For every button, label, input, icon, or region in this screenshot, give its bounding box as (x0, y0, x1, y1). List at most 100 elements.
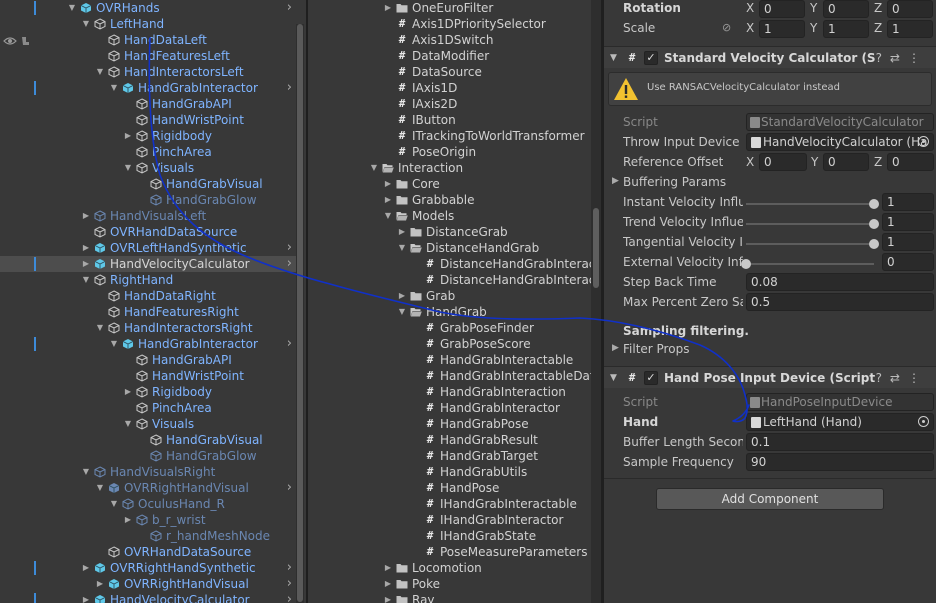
rotation-y-field[interactable]: 0 (823, 0, 869, 18)
scale-y-axis[interactable]: Y (810, 21, 817, 35)
hierarchy-row[interactable]: HandDataLeft (0, 32, 296, 48)
project-folder-row[interactable]: ▼ HandGrab (399, 304, 588, 320)
foldout-arrow-icon[interactable]: ▶ (382, 560, 394, 576)
project-folder-row[interactable]: ▶ Grabbable (385, 192, 588, 208)
max-percent-zero-field[interactable]: 0.5 (746, 293, 934, 311)
hierarchy-row[interactable]: ▼ HandVisualsRight (0, 464, 296, 480)
hierarchy-row[interactable]: ▼ OculusHand_R (0, 496, 296, 512)
project-script-row[interactable]: # DistanceHandGrabInteract (424, 256, 600, 272)
hierarchy-row[interactable]: ▼ HandInteractorsRight (0, 320, 296, 336)
open-prefab-arrow-icon[interactable]: › (287, 240, 292, 256)
open-prefab-arrow-icon[interactable]: › (287, 256, 292, 272)
foldout-arrow-icon[interactable]: ▼ (122, 416, 134, 432)
hierarchy-row[interactable]: ▼ OVRHands › (0, 0, 296, 16)
foldout-arrow-icon[interactable]: ▶ (80, 240, 92, 256)
project-script-row[interactable]: # GrabPoseFinder (424, 320, 588, 336)
project-script-row[interactable]: # HandGrabTarget (424, 448, 588, 464)
foldout-arrow-icon[interactable]: ▼ (80, 16, 92, 32)
tangential-velocity-slider[interactable] (746, 239, 879, 249)
foldout-arrow-icon[interactable]: ▶ (80, 208, 92, 224)
object-picker-icon[interactable] (918, 136, 929, 147)
buffer-length-field[interactable]: 0.1 (746, 433, 934, 451)
foldout-arrow-icon[interactable]: ▼ (94, 64, 106, 80)
hierarchy-row[interactable]: ▶ OVRRightHandSynthetic › (0, 560, 296, 576)
project-script-row[interactable]: # Axis1DSwitch (396, 32, 588, 48)
component-tools-icon[interactable]: ?⇄⋮ (876, 47, 928, 69)
scale-x-axis[interactable]: X (746, 21, 754, 35)
hierarchy-row[interactable]: ▼ Visuals (0, 160, 296, 176)
foldout-arrow-icon[interactable]: ▶ (80, 592, 92, 603)
rotation-z-field[interactable]: 0 (887, 0, 933, 18)
slider-knob[interactable] (869, 219, 879, 229)
trend-velocity-field[interactable]: 1 (882, 213, 934, 231)
hierarchy-row[interactable]: PinchArea (0, 144, 296, 160)
offset-x-axis[interactable]: X (746, 155, 754, 169)
project-script-row[interactable]: # HandGrabInteraction (424, 384, 588, 400)
step-back-time-field[interactable]: 0.08 (746, 273, 934, 291)
foldout-arrow-icon[interactable]: ▶ (382, 192, 394, 208)
collapse-triangle-icon[interactable]: ▼ (610, 47, 617, 69)
project-script-row[interactable]: # HandPose (424, 480, 588, 496)
foldout-arrow-icon[interactable]: ▼ (108, 80, 120, 96)
foldout-arrow-icon[interactable]: ▶ (382, 176, 394, 192)
buffering-params-foldout[interactable]: Buffering Params (623, 175, 726, 189)
hierarchy-row[interactable]: OVRHandDataSource (0, 544, 296, 560)
project-script-row[interactable]: # HandGrabInteractable (424, 352, 588, 368)
project-script-row[interactable]: # IHandGrabInteractor (424, 512, 588, 528)
hierarchy-row[interactable]: HandFeaturesRight (0, 304, 296, 320)
instant-velocity-slider[interactable] (746, 199, 879, 209)
hierarchy-row[interactable]: HandWristPoint (0, 368, 296, 384)
project-script-row[interactable]: # DistanceHandGrabInteract (424, 272, 600, 288)
foldout-arrow-icon[interactable]: ▶ (94, 576, 106, 592)
foldout-arrow-icon[interactable]: ▼ (66, 0, 78, 16)
foldout-arrow-icon[interactable]: ▼ (80, 464, 92, 480)
project-script-row[interactable]: # Axis1DPrioritySelector (396, 16, 588, 32)
project-folder-row[interactable]: ▶ Locomotion (385, 560, 588, 576)
foldout-arrow-icon[interactable]: ▶ (382, 576, 394, 592)
project-script-row[interactable]: # PoseOrigin (396, 144, 588, 160)
trend-velocity-slider[interactable] (746, 219, 879, 229)
enable-checkbox[interactable]: ✓ (644, 371, 658, 385)
hierarchy-row[interactable]: ▶ b_r_wrist (0, 512, 296, 528)
project-script-row[interactable]: # IHandGrabInteractable (424, 496, 588, 512)
open-prefab-arrow-icon[interactable]: › (287, 336, 292, 352)
collapse-triangle-icon[interactable]: ▼ (610, 367, 617, 389)
open-prefab-arrow-icon[interactable]: › (287, 592, 292, 603)
project-scrollbar[interactable] (591, 0, 601, 603)
offset-y-axis[interactable]: Y (811, 155, 818, 169)
open-prefab-arrow-icon[interactable]: › (287, 480, 292, 496)
foldout-arrow-icon[interactable]: ▶ (396, 288, 408, 304)
project-script-row[interactable]: # ITrackingToWorldTransformer (396, 128, 588, 144)
hierarchy-row[interactable]: HandFeaturesLeft (0, 48, 296, 64)
offset-y-field[interactable]: 0 (823, 153, 869, 171)
foldout-arrow-icon[interactable]: ▶ (80, 560, 92, 576)
hierarchy-row[interactable]: ▶ Rigidbody (0, 384, 296, 400)
foldout-arrow-icon[interactable]: ▼ (94, 320, 106, 336)
hierarchy-row[interactable]: ▶ HandVelocityCalculator › (0, 256, 296, 272)
project-folder-row[interactable]: ▶ Core (385, 176, 588, 192)
foldout-arrow-icon[interactable]: ▼ (396, 304, 408, 320)
open-prefab-arrow-icon[interactable]: › (287, 80, 292, 96)
project-script-row[interactable]: # HandGrabUtils (424, 464, 588, 480)
hand-pose-input-header[interactable]: ▼ # ✓ Hand Pose Input Device (Script) ?⇄… (604, 366, 936, 388)
offset-x-field[interactable]: 0 (759, 153, 807, 171)
hierarchy-row[interactable]: OVRHandDataSource (0, 224, 296, 240)
foldout-arrow-icon[interactable]: ▶ (396, 224, 408, 240)
tangential-velocity-field[interactable]: 1 (882, 233, 934, 251)
project-script-row[interactable]: # HandGrabPose (424, 416, 588, 432)
project-folder-row[interactable]: ▶ Poke (385, 576, 588, 592)
throw-input-field[interactable]: HandVelocityCalculator (Ha (746, 133, 934, 151)
hierarchy-row[interactable]: HandGrabAPI (0, 96, 296, 112)
foldout-arrow-icon[interactable]: ▶ (122, 512, 134, 528)
hierarchy-row[interactable]: ▶ OVRLeftHandSynthetic › (0, 240, 296, 256)
scale-z-axis[interactable]: Z (874, 21, 882, 35)
project-script-row[interactable]: # IAxis2D (396, 96, 588, 112)
hierarchy-row[interactable]: ▼ HandGrabInteractor › (0, 80, 296, 96)
project-script-row[interactable]: # DataSource (396, 64, 588, 80)
slider-knob[interactable] (741, 259, 751, 269)
project-script-row[interactable]: # GrabPoseScore (424, 336, 588, 352)
foldout-arrow-icon[interactable]: ▼ (122, 160, 134, 176)
foldout-arrow-icon[interactable]: ▶ (122, 384, 134, 400)
project-script-row[interactable]: # IHandGrabState (424, 528, 588, 544)
hierarchy-row[interactable]: HandGrabGlow (0, 448, 296, 464)
